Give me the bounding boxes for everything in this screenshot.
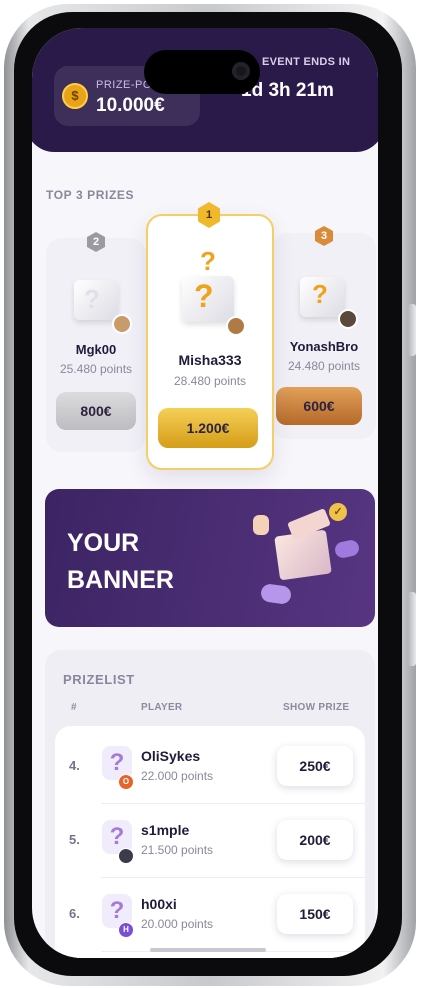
avatar: H (118, 922, 134, 938)
show-prize-button[interactable]: 250€ (277, 746, 353, 786)
app-screen: $ PRIZE-POOL 10.000€ EVENT ENDS IN 1d 3h… (32, 28, 378, 958)
player-name: OliSykes (141, 748, 201, 764)
table-row[interactable]: 5. ? s1mple 21.500 points 200€ (55, 804, 365, 878)
prize-button[interactable]: 600€ (276, 387, 362, 425)
phone-bezel: $ PRIZE-POOL 10.000€ EVENT ENDS IN 1d 3h… (14, 12, 402, 976)
player-name: Mgk00 (75, 342, 117, 357)
rank-badge-icon: 2 (87, 232, 105, 252)
player-name: Misha333 (178, 352, 242, 368)
avatar (338, 309, 358, 329)
rank-badge-icon: 1 (198, 202, 220, 228)
player-points: 25.480 points (59, 362, 133, 376)
check-badge-icon: ✓ (329, 503, 347, 521)
row-rank: 4. (69, 758, 80, 773)
podium-card-second[interactable]: 2 ? Mgk00 25.480 points 800€ (46, 232, 146, 452)
player-points: 22.000 points (141, 769, 214, 783)
home-indicator[interactable] (150, 948, 266, 952)
question-mark-icon: ? (84, 284, 100, 314)
row-rank: 6. (69, 906, 80, 921)
avatar (226, 316, 246, 336)
top3-title: TOP 3 PRIZES (46, 188, 135, 202)
table-row[interactable]: 4. ? O OliSykes 22.000 points 250€ (55, 730, 365, 804)
player-name: h00xi (141, 896, 177, 912)
avatar: O (118, 774, 134, 790)
avatar (118, 848, 134, 864)
volume-button (408, 592, 416, 666)
table-row[interactable]: 6. ? H h00xi 20.000 points 150€ (55, 878, 365, 952)
gamepad-icon (333, 538, 361, 560)
show-prize-button[interactable]: 150€ (277, 894, 353, 934)
promo-banner[interactable]: YOUR BANNER ✓ (45, 489, 375, 627)
event-header: $ PRIZE-POOL 10.000€ EVENT ENDS IN 1d 3h… (32, 28, 378, 152)
question-mark-icon: ? (200, 246, 216, 276)
mystery-box-icon: ? (300, 277, 344, 317)
player-points: 24.480 points (287, 359, 361, 373)
player-points: 20.000 points (141, 917, 214, 931)
column-player: PLAYER (141, 702, 183, 713)
column-rank: # (71, 702, 77, 713)
coin-icon: $ (62, 83, 88, 109)
phone-frame: $ PRIZE-POOL 10.000€ EVENT ENDS IN 1d 3h… (4, 4, 416, 986)
podium-card-first[interactable]: 1 ? ? Misha333 28.480 points 1.200€ (146, 202, 274, 470)
prize-button[interactable]: 800€ (56, 392, 136, 430)
player-name: s1mple (141, 822, 190, 838)
gift-box-icon (274, 529, 332, 581)
banner-text: YOUR BANNER (67, 529, 174, 594)
prizelist-rows: 4. ? O OliSykes 22.000 points 250€ 5. ? … (55, 726, 365, 958)
camera-icon (232, 62, 250, 80)
thumbs-up-icon (253, 515, 269, 535)
prize-pool-value: 10.000€ (96, 95, 165, 116)
event-ends-label: EVENT ENDS IN (262, 56, 351, 68)
prize-button[interactable]: 1.200€ (158, 408, 258, 448)
avatar (112, 314, 132, 334)
mystery-box-icon: ? (182, 276, 234, 322)
podium-card-third[interactable]: 3 ? YonashBro 24.480 points 600€ (272, 226, 376, 439)
mystery-box-icon: ? (74, 280, 118, 320)
row-rank: 5. (69, 832, 80, 847)
column-show-prize: SHOW PRIZE (283, 702, 350, 713)
player-points: 21.500 points (141, 843, 214, 857)
question-mark-icon: ? (194, 278, 214, 314)
player-points: 28.480 points (173, 374, 247, 388)
prizelist-panel: PRIZELIST # PLAYER SHOW PRIZE 4. ? O Oli… (45, 650, 375, 958)
question-mark-icon: ? (312, 279, 328, 309)
player-name: YonashBro (289, 339, 359, 354)
dynamic-island (144, 50, 260, 94)
power-button (408, 304, 416, 356)
rank-badge-icon: 3 (315, 226, 333, 246)
prizelist-title: PRIZELIST (63, 672, 135, 687)
gamepad-icon (259, 583, 293, 605)
show-prize-button[interactable]: 200€ (277, 820, 353, 860)
